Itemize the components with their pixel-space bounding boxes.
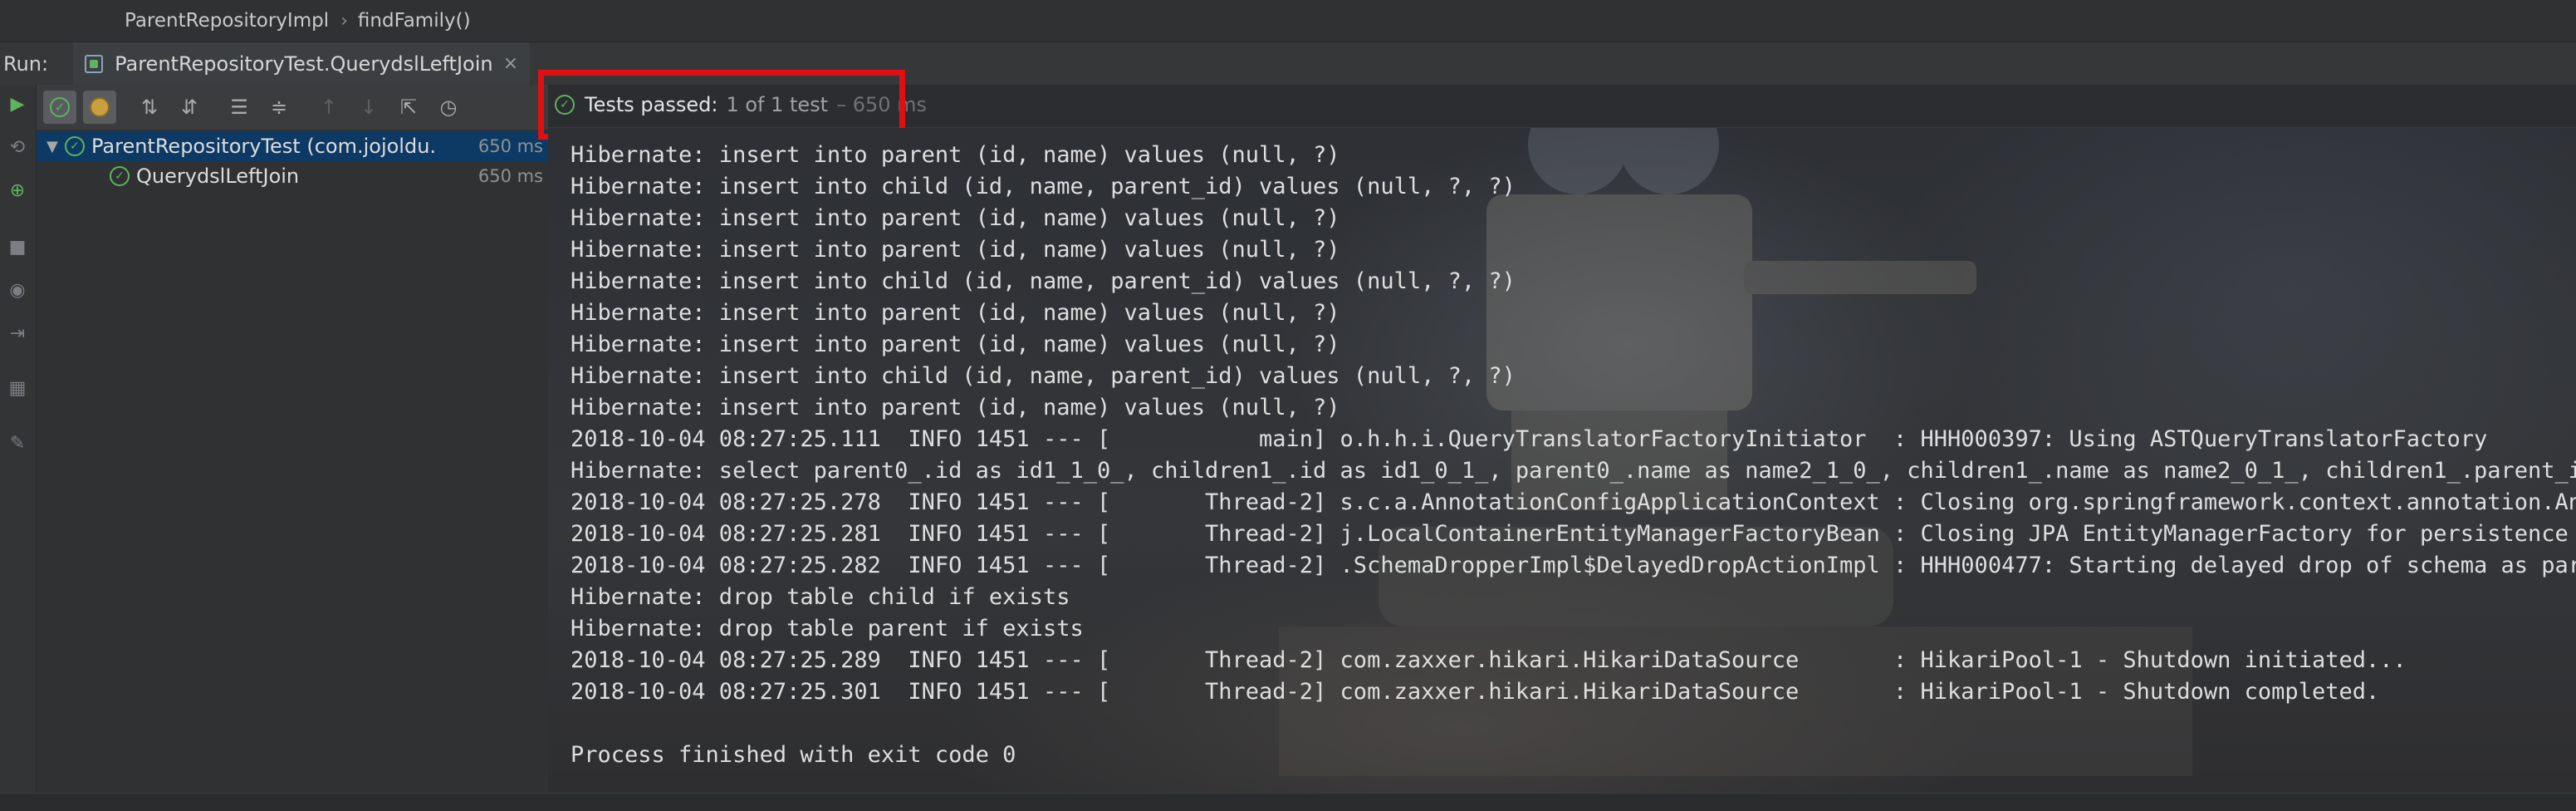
run-configuration-tab[interactable]: ParentRepositoryTest.QuerydslLeftJoin × <box>73 42 531 86</box>
console-line: Hibernate: insert into parent (id, name)… <box>571 332 1340 357</box>
history-icon[interactable]: ◷ <box>432 91 465 124</box>
close-tab-icon[interactable]: × <box>503 53 518 74</box>
tree-row-test-method[interactable]: ✓ QuerydslLeftJoin 650 ms <box>37 161 548 191</box>
console-line: Hibernate: drop table parent if exists <box>571 616 1084 641</box>
camera-icon[interactable]: ◉ <box>5 278 30 302</box>
console-line: Hibernate: insert into parent (id, name)… <box>571 395 1340 420</box>
console-output[interactable]: Hibernate: insert into parent (id, name)… <box>548 128 2576 793</box>
console-log: Hibernate: insert into parent (id, name)… <box>571 140 2576 771</box>
console-line: Hibernate: insert into parent (id, name)… <box>571 237 1340 263</box>
run-label: Run: <box>3 52 49 76</box>
console-line: Hibernate: select parent0_.id as id1_1_0… <box>571 458 2576 484</box>
rerun-icon[interactable]: ⟲ <box>5 135 30 160</box>
junit-config-icon <box>85 54 104 73</box>
run-tab-bar: Run: ParentRepositoryTest.QuerydslLeftJo… <box>0 42 2576 86</box>
arrow-up-icon[interactable]: ↑ <box>312 91 345 124</box>
passed-icon: ✓ <box>65 136 85 156</box>
console-line: Hibernate: insert into parent (id, name)… <box>571 142 1340 168</box>
console-line: Hibernate: drop table child if exists <box>571 584 1070 610</box>
console-line: 2018-10-04 08:27:25.111 INFO 1451 --- [ … <box>571 426 2488 452</box>
console-line: Process finished with exit code 0 <box>571 742 1016 768</box>
console-line: Hibernate: insert into parent (id, name)… <box>571 300 1340 326</box>
breadcrumb-class[interactable]: ParentRepositoryImpl <box>125 10 329 32</box>
console-line: 2018-10-04 08:27:25.281 INFO 1451 --- [ … <box>571 521 2576 547</box>
console-line: 2018-10-04 08:27:25.282 INFO 1451 --- [ … <box>571 553 2576 578</box>
tree-row-test-class[interactable]: ▼ ✓ ParentRepositoryTest (com.jojoldu. 6… <box>37 131 548 161</box>
layout-icon[interactable]: ▦ <box>5 376 30 401</box>
tree-node-time: 650 ms <box>477 166 543 186</box>
console-line: Hibernate: insert into child (id, name, … <box>571 363 1516 389</box>
console-line: 2018-10-04 08:27:25.278 INFO 1451 --- [ … <box>571 489 2576 515</box>
arrow-down-icon[interactable]: ↓ <box>352 91 385 124</box>
show-passed-button[interactable]: ✓ <box>43 91 76 124</box>
console-line: 2018-10-04 08:27:25.289 INFO 1451 --- [ … <box>571 647 2407 673</box>
breadcrumb: ParentRepositoryImpl › findFamily() <box>0 0 2576 42</box>
passed-icon: ✓ <box>110 166 130 186</box>
console-line: Hibernate: insert into child (id, name, … <box>571 268 1516 294</box>
rerun-failed-icon[interactable]: ⊕ <box>5 178 30 203</box>
breadcrumb-separator-icon: › <box>340 10 348 32</box>
expand-all-icon[interactable]: ☰ <box>223 91 256 124</box>
status-bar <box>0 793 2576 811</box>
console-line: 2018-10-04 08:27:25.301 INFO 1451 --- [ … <box>571 679 2380 705</box>
run-tab-title: ParentRepositoryTest.QuerydslLeftJoin <box>115 52 493 76</box>
check-icon: ✓ <box>50 97 70 117</box>
breadcrumb-method[interactable]: findFamily() <box>358 10 471 32</box>
ignored-icon <box>90 97 110 117</box>
sort-duration-icon[interactable]: ⇵ <box>173 91 206 124</box>
show-ignored-button[interactable] <box>83 91 116 124</box>
sort-alphabetically-icon[interactable]: ⇅ <box>133 91 166 124</box>
tree-node-label: ParentRepositoryTest (com.jojoldu. <box>91 135 437 158</box>
export-icon[interactable]: ⇱ <box>392 91 425 124</box>
exit-icon[interactable]: ⇥ <box>5 321 30 346</box>
pin-icon[interactable]: ✎ <box>5 430 30 455</box>
tree-node-time: 650 ms <box>477 136 543 156</box>
console-line: Hibernate: insert into child (id, name, … <box>571 174 1516 199</box>
play-icon[interactable]: ▶ <box>5 91 30 116</box>
stop-icon[interactable]: ■ <box>5 234 30 259</box>
expand-arrow-icon[interactable]: ▼ <box>47 138 65 155</box>
tree-node-label: QuerydslLeftJoin <box>136 165 300 188</box>
test-tree: ▼ ✓ ParentRepositoryTest (com.jojoldu. 6… <box>37 130 548 811</box>
run-side-toolbar: ▶ ⟲ ⊕ ■ ◉ ⇥ ▦ ✎ <box>0 85 37 811</box>
test-runner-toolbar: ✓ ⇅ ⇵ ☰ ≑ ↑ ↓ ⇱ ◷ <box>37 85 548 130</box>
collapse-all-icon[interactable]: ≑ <box>262 91 296 124</box>
console-line: Hibernate: insert into parent (id, name)… <box>571 205 1340 231</box>
